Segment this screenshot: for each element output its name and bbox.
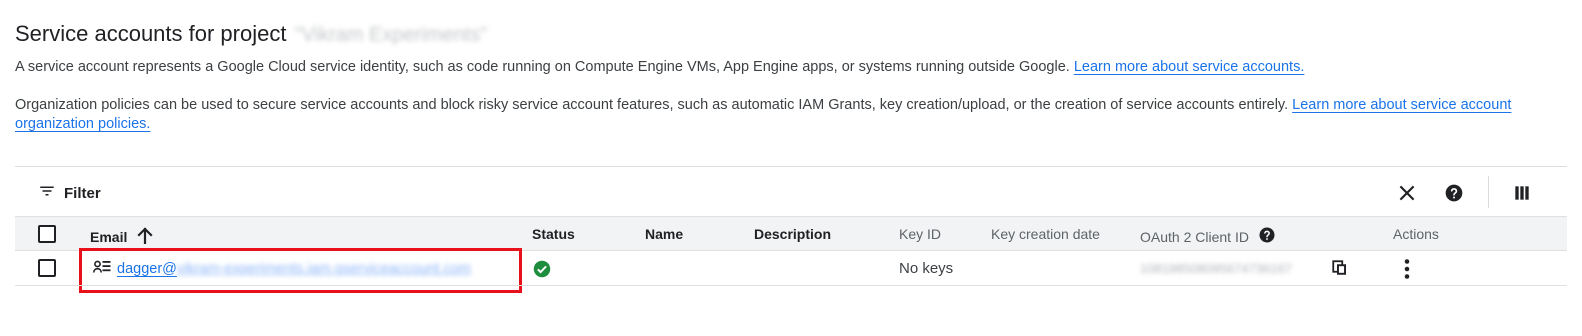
column-header-status[interactable]: Status <box>532 226 575 242</box>
org-policy-description: Organization policies can be used to sec… <box>15 96 1515 134</box>
column-header-email[interactable]: Email <box>90 226 153 247</box>
highlight-box <box>79 248 522 293</box>
toolbar-vertical-divider <box>1488 176 1489 208</box>
filter-button[interactable]: Filter <box>38 180 101 206</box>
row-select-checkbox[interactable] <box>38 259 56 277</box>
more-actions-icon[interactable] <box>1397 258 1417 285</box>
filter-list-icon <box>38 182 56 204</box>
column-header-name[interactable]: Name <box>645 226 683 242</box>
page-title: Service accounts for project "Vikram Expe… <box>15 20 487 49</box>
status-enabled-icon <box>533 260 551 283</box>
column-header-email-label: Email <box>90 228 128 245</box>
select-all-checkbox[interactable] <box>38 225 56 243</box>
column-header-key-creation-date: Key creation date <box>991 226 1100 242</box>
intro-text: A service account represents a Google Cl… <box>15 59 1070 75</box>
column-header-description[interactable]: Description <box>754 226 831 242</box>
toolbar-divider <box>15 166 1567 167</box>
filter-label: Filter <box>64 184 101 202</box>
oauth-client-id-redacted: 108198508095674736167 <box>1140 261 1292 276</box>
column-header-key-id: Key ID <box>899 226 942 242</box>
page-title-text: Service accounts for project <box>15 21 287 46</box>
learn-more-service-accounts-link[interactable]: Learn more about service accounts. <box>1074 59 1305 75</box>
column-header-oauth-client-id: OAuth 2 Client ID <box>1140 226 1276 247</box>
project-name-redacted: "Vikram Experiments" <box>294 24 488 46</box>
org-policy-text: Organization policies can be used to sec… <box>15 97 1289 113</box>
column-header-oauth-label: OAuth 2 Client ID <box>1140 228 1249 245</box>
close-icon[interactable] <box>1392 178 1422 208</box>
help-icon[interactable] <box>1258 226 1276 247</box>
column-header-actions: Actions <box>1393 226 1439 242</box>
copy-icon[interactable] <box>1331 259 1349 282</box>
sort-ascending-icon[interactable] <box>137 226 153 247</box>
intro-description: A service account represents a Google Cl… <box>15 58 1515 77</box>
column-display-icon[interactable] <box>1507 178 1537 208</box>
key-id-cell: No keys <box>899 260 954 277</box>
row-divider <box>15 285 1567 286</box>
help-icon[interactable] <box>1439 178 1469 208</box>
